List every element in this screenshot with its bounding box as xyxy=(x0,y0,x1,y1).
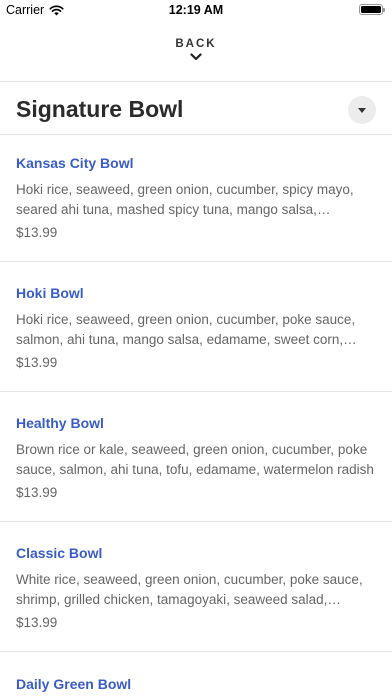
menu-item[interactable]: Kansas City Bowl Hoki rice, seaweed, gre… xyxy=(0,155,392,261)
menu-item[interactable]: Daily Green Bowl xyxy=(0,676,392,696)
caret-down-icon xyxy=(358,107,366,113)
category-dropdown-button[interactable] xyxy=(348,96,376,124)
item-name: Daily Green Bowl xyxy=(16,676,132,692)
menu-item[interactable]: Hoki Bowl Hoki rice, seaweed, green onio… xyxy=(0,285,392,391)
item-divider xyxy=(0,391,392,392)
category-title: Signature Bowl xyxy=(16,96,184,122)
item-price: $13.99 xyxy=(16,615,58,630)
item-name: Hoki Bowl xyxy=(16,285,84,301)
status-bar: Carrier 12:19 AM xyxy=(0,0,392,22)
menu-item[interactable]: Healthy Bowl Brown rice or kale, seaweed… xyxy=(0,415,392,521)
item-name: Healthy Bowl xyxy=(16,415,104,431)
battery-icon xyxy=(359,4,385,15)
menu-item[interactable]: Classic Bowl White rice, seaweed, green … xyxy=(0,545,392,651)
item-price: $13.99 xyxy=(16,485,58,500)
item-description: Hoki rice, seaweed, green onion, cucumbe… xyxy=(16,182,354,217)
item-name: Kansas City Bowl xyxy=(16,155,134,171)
item-description: Hoki rice, seaweed, green onion, cucumbe… xyxy=(16,312,356,347)
chevron-down-icon xyxy=(190,53,202,61)
back-button[interactable]: BACK xyxy=(0,38,392,61)
item-divider xyxy=(0,521,392,522)
item-price: $13.99 xyxy=(16,355,58,370)
item-divider xyxy=(0,261,392,262)
item-divider xyxy=(0,651,392,652)
item-price: $13.99 xyxy=(16,225,58,240)
back-label: BACK xyxy=(175,38,217,50)
item-description: White rice, seaweed, green onion, cucumb… xyxy=(16,572,363,607)
category-divider xyxy=(0,134,392,135)
item-name: Classic Bowl xyxy=(16,545,103,561)
item-description: Brown rice or kale, seaweed, green onion… xyxy=(16,442,374,477)
clock: 12:19 AM xyxy=(168,3,224,17)
header-divider xyxy=(0,81,392,82)
